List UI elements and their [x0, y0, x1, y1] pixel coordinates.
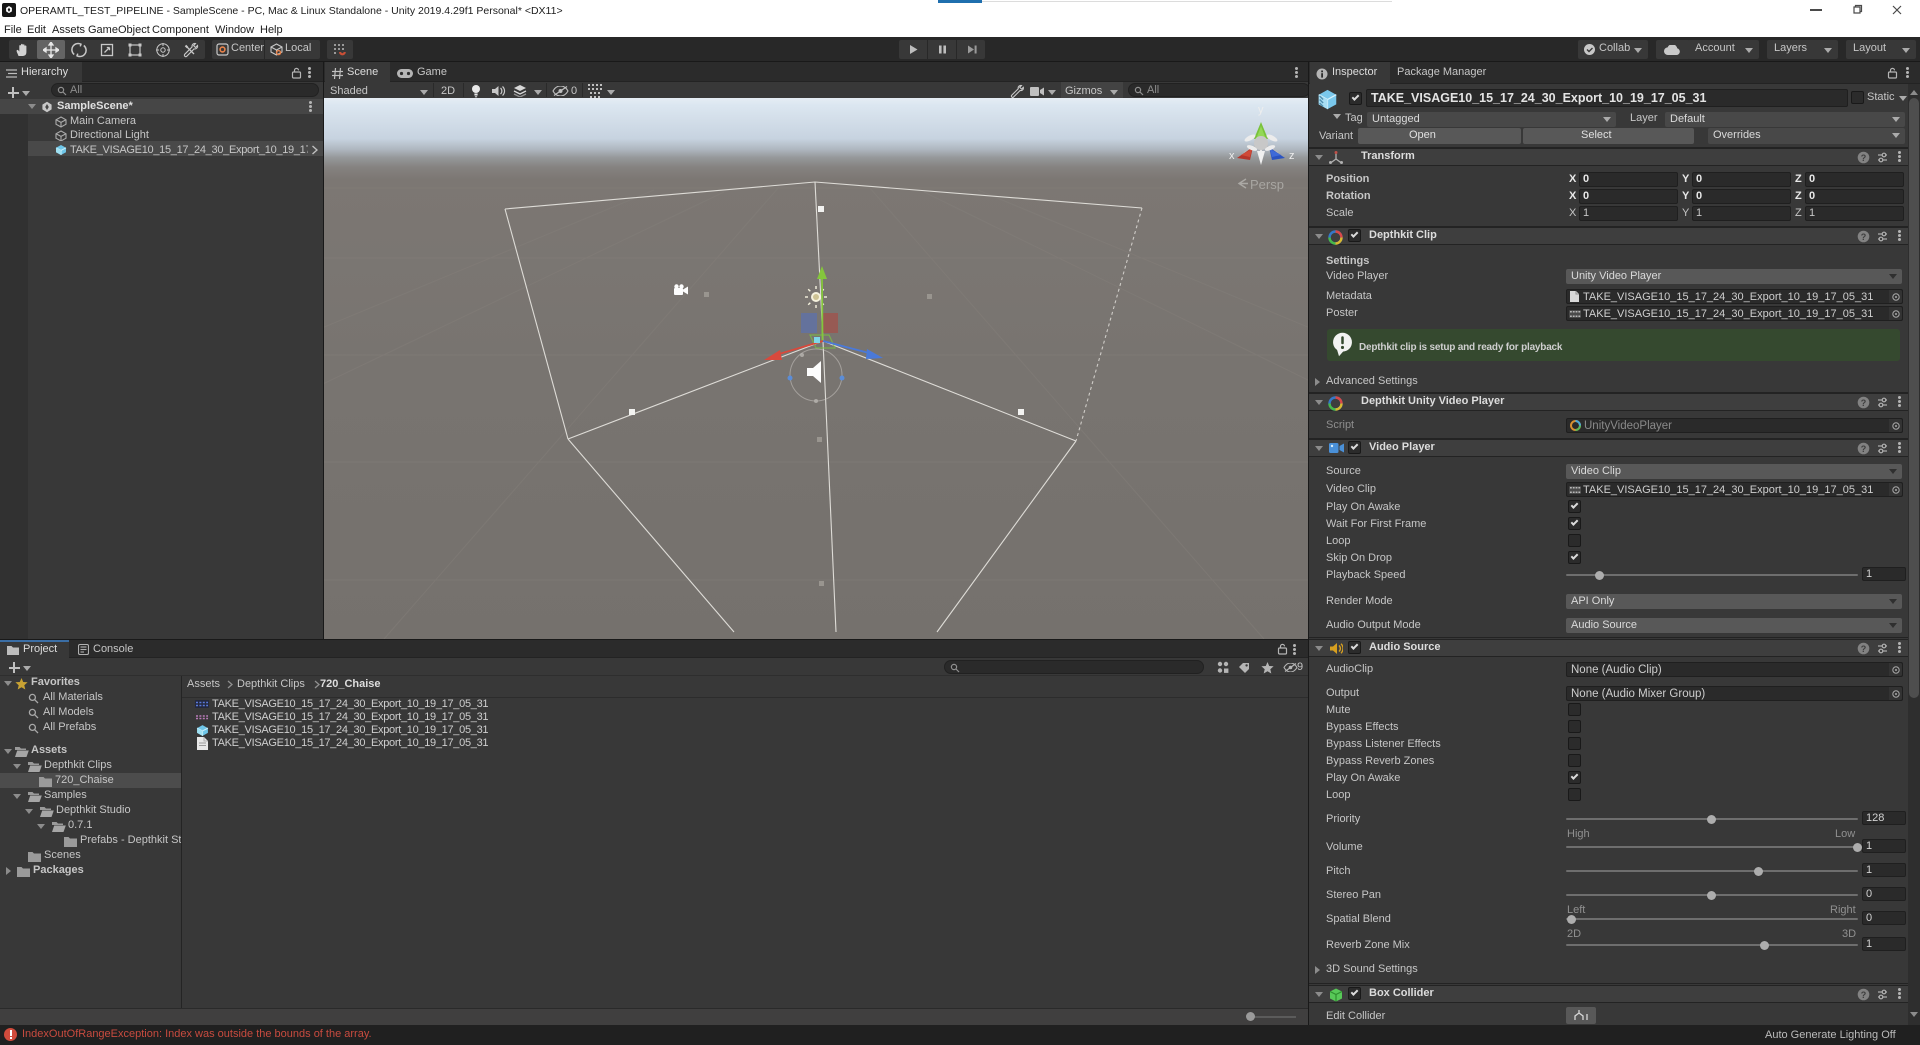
svg-text:?: ? [1861, 153, 1867, 163]
svg-text:x: x [1229, 150, 1235, 162]
svg-text:z: z [1289, 150, 1295, 162]
svg-text:?: ? [1861, 398, 1867, 408]
svg-text:?: ? [1861, 644, 1867, 654]
svg-text:?: ? [1861, 232, 1867, 242]
svg-text:Persp: Persp [1250, 177, 1284, 192]
svg-text:?: ? [1861, 990, 1867, 1000]
svg-text:?: ? [1861, 444, 1867, 454]
svg-text:y: y [1258, 104, 1264, 116]
